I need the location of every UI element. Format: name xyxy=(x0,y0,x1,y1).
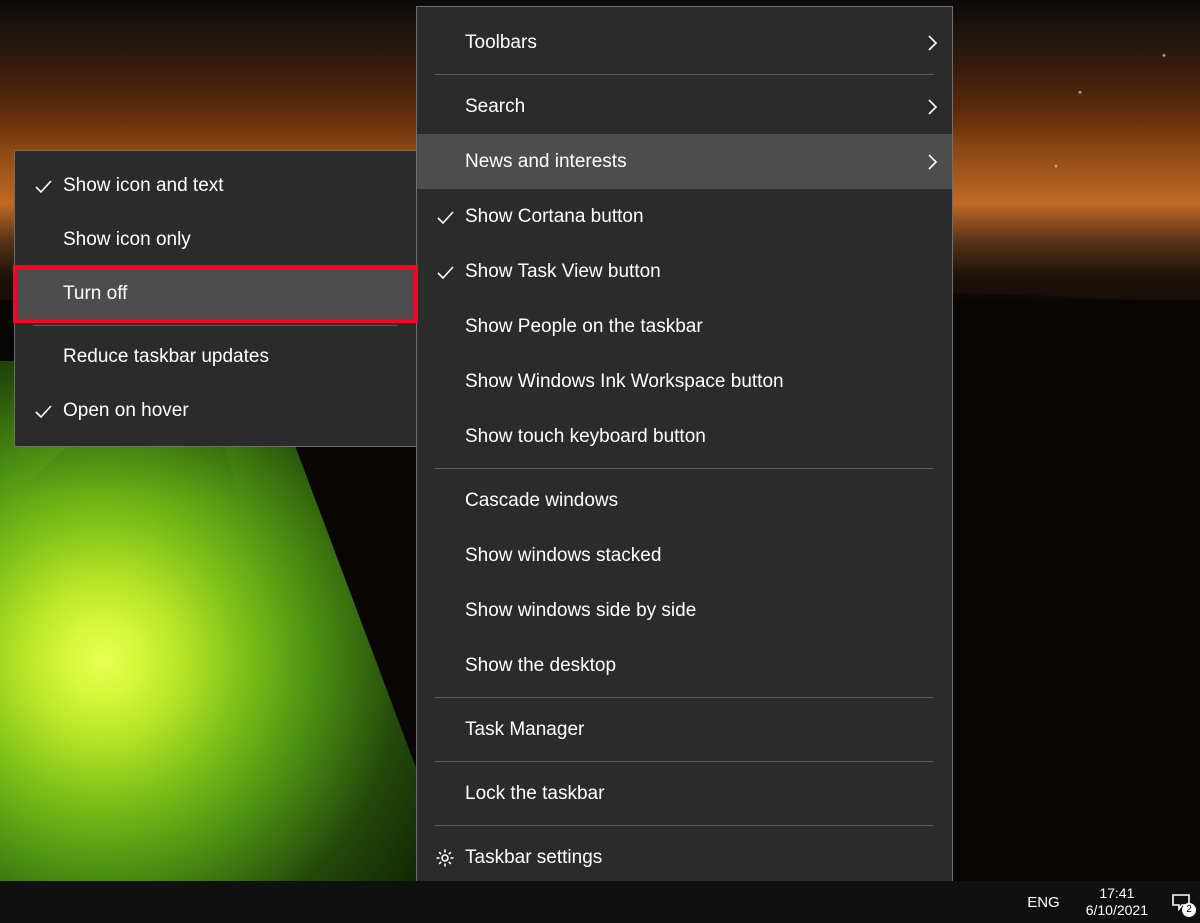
menu-separator xyxy=(435,825,934,826)
check-icon xyxy=(23,176,63,196)
menu-item-cascade-windows[interactable]: Cascade windows xyxy=(417,473,952,528)
menu-item-label: Show touch keyboard button xyxy=(465,426,938,448)
menu-item-label: Lock the taskbar xyxy=(465,783,938,805)
menu-item-label: Toolbars xyxy=(465,32,926,54)
clock-date: 6/10/2021 xyxy=(1086,902,1148,919)
check-icon xyxy=(23,401,63,421)
submenu-item-label: Open on hover xyxy=(63,400,402,422)
submenu-item-turn-off[interactable]: Turn off xyxy=(15,267,416,321)
menu-item-label: Show windows side by side xyxy=(465,600,938,622)
menu-item-search[interactable]: Search xyxy=(417,79,952,134)
menu-item-show-cortana-button[interactable]: Show Cortana button xyxy=(417,189,952,244)
taskbar[interactable]: ENG 17:41 6/10/2021 2 xyxy=(0,881,1200,923)
chevron-right-icon xyxy=(926,97,938,117)
chevron-right-icon xyxy=(926,33,938,53)
submenu-item-show-icon-and-text[interactable]: Show icon and text xyxy=(15,159,416,213)
menu-item-taskbar-settings[interactable]: Taskbar settings xyxy=(417,830,952,885)
submenu-item-label: Turn off xyxy=(63,283,402,305)
menu-item-show-windows-stacked[interactable]: Show windows stacked xyxy=(417,528,952,583)
menu-item-show-people[interactable]: Show People on the taskbar xyxy=(417,299,952,354)
menu-item-label: Show Task View button xyxy=(465,261,938,283)
submenu-item-label: Show icon only xyxy=(63,229,402,251)
menu-item-show-touch-keyboard[interactable]: Show touch keyboard button xyxy=(417,409,952,464)
check-icon xyxy=(425,207,465,227)
menu-separator xyxy=(435,761,934,762)
check-icon xyxy=(425,262,465,282)
menu-item-label: Show People on the taskbar xyxy=(465,316,938,338)
gear-icon xyxy=(425,848,465,868)
submenu-item-reduce-updates[interactable]: Reduce taskbar updates xyxy=(15,330,416,384)
chevron-right-icon xyxy=(926,152,938,172)
submenu-item-label: Reduce taskbar updates xyxy=(63,346,402,368)
menu-item-show-windows-side-by-side[interactable]: Show windows side by side xyxy=(417,583,952,638)
submenu-item-show-icon-only[interactable]: Show icon only xyxy=(15,213,416,267)
submenu-item-open-on-hover[interactable]: Open on hover xyxy=(15,384,416,438)
menu-item-label: Show Cortana button xyxy=(465,206,938,228)
news-and-interests-submenu: Show icon and text Show icon only Turn o… xyxy=(14,150,417,447)
system-tray: ENG 17:41 6/10/2021 2 xyxy=(1021,885,1194,919)
clock-time: 17:41 xyxy=(1086,885,1148,902)
menu-separator xyxy=(33,325,398,326)
menu-item-label: Show the desktop xyxy=(465,655,938,677)
menu-item-show-ink-workspace[interactable]: Show Windows Ink Workspace button xyxy=(417,354,952,409)
action-center-icon[interactable]: 2 xyxy=(1168,889,1194,915)
menu-item-label: Taskbar settings xyxy=(465,847,938,869)
menu-item-label: Show windows stacked xyxy=(465,545,938,567)
menu-item-lock-the-taskbar[interactable]: Lock the taskbar xyxy=(417,766,952,821)
menu-separator xyxy=(435,697,934,698)
notification-badge: 2 xyxy=(1182,903,1196,917)
menu-item-label: Cascade windows xyxy=(465,490,938,512)
menu-separator xyxy=(435,468,934,469)
language-indicator[interactable]: ENG xyxy=(1021,894,1066,911)
taskbar-context-menu: Toolbars Search News and interests Show … xyxy=(416,6,953,894)
menu-item-show-the-desktop[interactable]: Show the desktop xyxy=(417,638,952,693)
submenu-item-label: Show icon and text xyxy=(63,175,402,197)
menu-item-toolbars[interactable]: Toolbars xyxy=(417,15,952,70)
menu-item-label: Task Manager xyxy=(465,719,938,741)
menu-item-label: Search xyxy=(465,96,926,118)
clock[interactable]: 17:41 6/10/2021 xyxy=(1080,885,1154,919)
menu-item-show-task-view-button[interactable]: Show Task View button xyxy=(417,244,952,299)
menu-item-label: Show Windows Ink Workspace button xyxy=(465,371,938,393)
menu-separator xyxy=(435,74,934,75)
menu-item-label: News and interests xyxy=(465,151,926,173)
menu-item-news-and-interests[interactable]: News and interests xyxy=(417,134,952,189)
menu-item-task-manager[interactable]: Task Manager xyxy=(417,702,952,757)
